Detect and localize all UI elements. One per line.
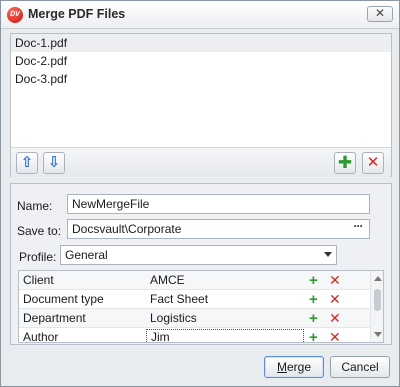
close-icon: ✕ [374,6,386,20]
browse-button[interactable]: ··· [349,220,367,237]
close-button[interactable]: ✕ [367,6,393,22]
add-file-button[interactable]: ✚ [334,152,356,174]
arrow-down-icon: ⇩ [47,154,61,171]
scroll-thumb[interactable] [374,289,381,311]
chevron-down-icon [324,252,332,257]
plus-icon: ✚ [337,153,353,172]
metadata-value[interactable]: Logistics [150,309,197,328]
scroll-down-icon[interactable] [374,332,382,337]
plus-icon[interactable]: + [309,271,318,290]
arrow-up-icon: ⇧ [20,154,34,171]
plus-icon[interactable]: + [309,309,318,328]
move-down-button[interactable]: ⇩ [43,152,65,174]
file-list-toolbar: ⇧ ⇩ ✚ ✕ [11,147,391,177]
name-input[interactable]: NewMergeFile [67,194,370,214]
metadata-value[interactable]: AMCE [150,271,185,290]
merge-label-mnemonic: M [276,360,287,374]
close-icon[interactable]: ✕ [329,271,341,290]
close-icon: ✕ [366,154,380,171]
profile-label: Profile: [19,250,57,264]
metadata-grid[interactable]: Client AMCE + ✕ Document type Fact Sheet… [18,270,384,343]
move-up-button[interactable]: ⇧ [16,152,38,174]
metadata-key: Department [23,311,86,325]
plus-icon[interactable]: + [309,328,318,342]
metadata-key: Client [23,273,54,287]
merge-button[interactable]: Merge [264,356,324,378]
docsvault-logo: DV [7,7,23,23]
metadata-key: Document type [23,292,104,306]
metadata-value-editor[interactable]: Jim [146,329,304,342]
close-icon[interactable]: ✕ [329,290,341,309]
save-to-value: Docsvault\Corporate [72,222,182,236]
name-label: Name: [17,199,53,213]
merge-pdf-dialog: DV Merge PDF Files ✕ Doc-1.pdf Doc-2.pdf… [0,0,400,387]
file-list-item[interactable]: Doc-1.pdf [11,34,391,52]
save-to-field[interactable]: Docsvault\Corporate ··· [67,219,370,239]
title-bar[interactable]: DV Merge PDF Files ✕ [1,1,399,29]
remove-file-button[interactable]: ✕ [362,152,384,174]
save-to-label: Save to: [17,224,62,238]
profile-select[interactable]: General [60,245,337,265]
cancel-button[interactable]: Cancel [330,356,390,378]
metadata-value[interactable]: Fact Sheet [150,290,208,309]
profile-value: General [65,248,108,262]
properties-panel: Name: NewMergeFile Save to: Docsvault\Co… [10,183,392,345]
table-row[interactable]: Client AMCE + ✕ [19,271,383,290]
table-row[interactable]: Author Jim + ✕ [19,328,383,343]
merge-label-rest: erge [286,360,312,374]
file-list-item[interactable]: Doc-3.pdf [11,70,391,88]
table-row[interactable]: Document type Fact Sheet + ✕ [19,290,383,309]
file-list-item[interactable]: Doc-2.pdf [11,52,391,70]
metadata-key: Author [23,330,59,343]
plus-icon[interactable]: + [309,290,318,309]
window-title: Merge PDF Files [28,7,126,21]
scroll-up-icon[interactable] [374,276,382,281]
close-icon[interactable]: ✕ [329,328,341,342]
vertical-scrollbar[interactable] [370,271,383,342]
close-icon[interactable]: ✕ [329,309,341,328]
table-row[interactable]: Department Logistics + ✕ [19,309,383,328]
